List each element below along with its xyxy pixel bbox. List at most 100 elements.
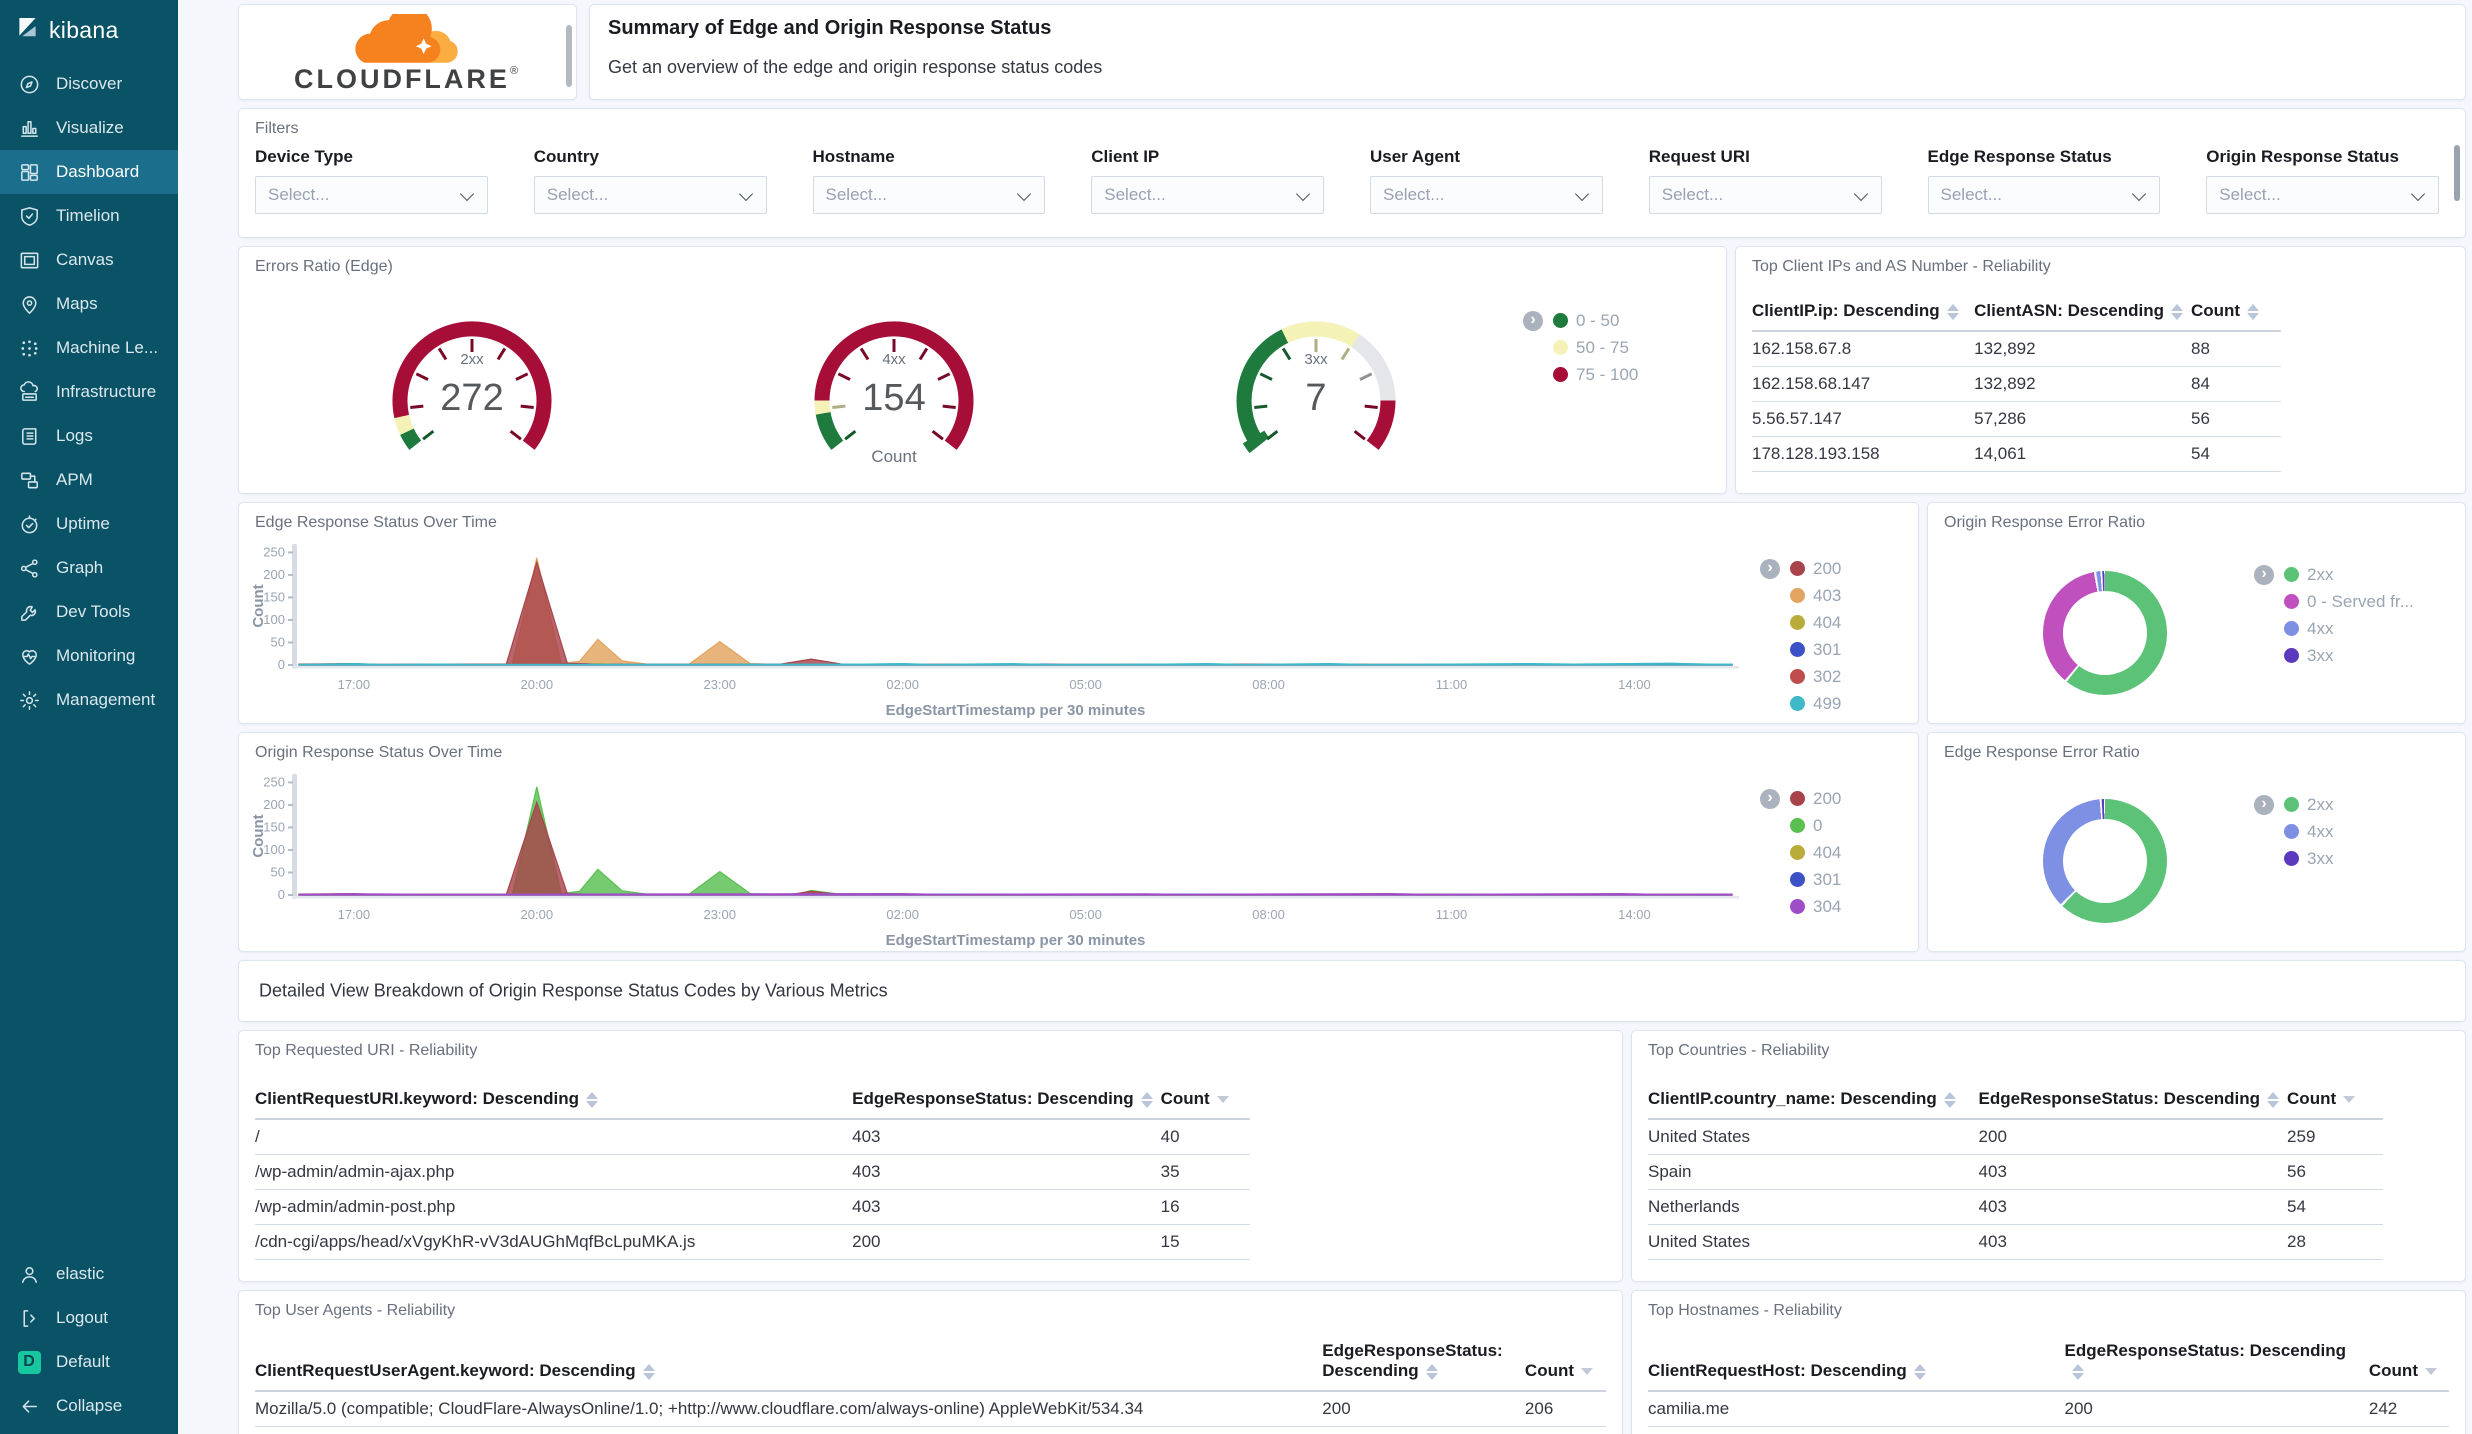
table-row[interactable]: camilia.me 200 242 [1648, 1391, 2449, 1427]
legend-item[interactable]: 0 - 50 [1553, 307, 1638, 334]
table-row[interactable]: United States 200 259 [1648, 1119, 2383, 1155]
table-row[interactable]: United States 403 28 [1648, 1224, 2383, 1260]
legend-item[interactable]: 404 [1790, 609, 1841, 636]
legend-item[interactable]: 2xx [2284, 791, 2333, 818]
sidebar-footer-item[interactable]: Collapse [0, 1384, 178, 1428]
table-row[interactable]: /403 40 [255, 1119, 1251, 1155]
filter-select[interactable]: Select... [533, 176, 767, 214]
sidebar-nav-item[interactable]: Machine Le... [0, 326, 178, 370]
sidebar-nav-item[interactable]: Management [0, 678, 178, 722]
filter-select[interactable]: Select... [1927, 176, 2161, 214]
legend-item[interactable]: 200 [1790, 785, 1841, 812]
svg-text:Count: Count [251, 584, 267, 627]
table-row[interactable]: /wp-admin/admin-ajax.php 403 35 [255, 1154, 1251, 1190]
filter-select[interactable]: Select... [812, 176, 1046, 214]
gauge-2xx[interactable]: 2xx 272 [382, 309, 562, 479]
origin-ratio-donut[interactable] [2043, 571, 2167, 695]
column-header[interactable]: EdgeResponseStatus: Descending [2064, 1335, 2369, 1392]
column-header[interactable]: ClientIP.country_name: Descending [1648, 1083, 1979, 1120]
legend-item[interactable]: 3xx [2284, 845, 2333, 872]
column-header[interactable]: ClientASN: Descending [1974, 295, 2191, 332]
legend-item[interactable]: 50 - 75 [1553, 334, 1638, 361]
sidebar-nav-item[interactable]: Uptime [0, 502, 178, 546]
column-header[interactable]: EdgeResponseStatus: Descending [1978, 1083, 2288, 1120]
legend-item[interactable]: 499 [1790, 690, 1841, 717]
column-header[interactable]: Count [1160, 1083, 1251, 1120]
legend-item[interactable]: 301 [1790, 866, 1841, 893]
table-row[interactable]: Mozilla/5.0 (compatible; CloudFlare-Alwa… [255, 1391, 1606, 1427]
sidebar-nav-item[interactable]: Infrastructure [0, 370, 178, 414]
chevron-right-icon[interactable]: › [1523, 311, 1543, 331]
table-row[interactable]: 5.56.57.147 57,286 56 [1752, 401, 2281, 437]
legend-label: 301 [1813, 869, 1842, 889]
sidebar-footer-item[interactable]: D Default [0, 1340, 178, 1384]
legend-item[interactable]: 4xx [2284, 615, 2414, 642]
legend-item[interactable]: 0 - Served fr... [2284, 588, 2414, 615]
table-row[interactable]: Netherlands 403 54 [1648, 1189, 2383, 1225]
column-header[interactable]: EdgeResponseStatus: Descending [852, 1083, 1161, 1120]
kibana-brand[interactable]: kibana [0, 0, 178, 62]
column-header[interactable]: EdgeResponseStatus: Descending [1322, 1335, 1525, 1392]
legend-item[interactable]: 301 [1790, 636, 1841, 663]
sidebar-footer-item[interactable]: elastic [0, 1252, 178, 1296]
chevron-right-icon[interactable]: › [2254, 565, 2274, 585]
column-header[interactable]: Count [1524, 1335, 1606, 1392]
filter-select[interactable]: Select... [255, 176, 488, 214]
legend-item[interactable]: 200 [1790, 555, 1841, 582]
column-header[interactable]: ClientRequestUserAgent.keyword: Descendi… [255, 1335, 1323, 1392]
sidebar-nav: Discover Visualize Dashboard Timelion Ca… [0, 62, 178, 722]
edge-ratio-donut[interactable] [2043, 799, 2167, 923]
legend-item[interactable]: 0 [1790, 812, 1841, 839]
column-header[interactable]: Count [2368, 1335, 2449, 1392]
column-header[interactable]: ClientIP.ip: Descending [1752, 295, 1975, 332]
legend-item[interactable]: 404 [1790, 839, 1841, 866]
column-header[interactable]: ClientRequestURI.keyword: Descending [255, 1083, 853, 1120]
sidebar-nav-item[interactable]: Timelion [0, 194, 178, 238]
sidebar-nav-item[interactable]: Dashboard [0, 150, 178, 194]
sidebar-nav-item[interactable]: Canvas [0, 238, 178, 282]
origin-time-chart[interactable]: 0 50 100 150 200 250 17:00 20:00 23:00 02:00 05:00… [250, 771, 1742, 951]
sidebar-nav-item[interactable]: Maps [0, 282, 178, 326]
legend-item[interactable]: 4xx [2284, 818, 2333, 845]
sidebar-nav-item[interactable]: Graph [0, 546, 178, 590]
table-row[interactable]: Spain 403 56 [1648, 1154, 2383, 1190]
legend-item[interactable]: 75 - 100 [1553, 361, 1638, 388]
gauge-label: 2xx [460, 351, 484, 368]
filter-select[interactable]: Select... [1370, 176, 1603, 214]
edge-time-chart[interactable]: 0 50 100 150 200 250 17:00 20:00 23:00 02:00 05:00… [250, 541, 1742, 721]
legend-item[interactable]: 403 [1790, 582, 1841, 609]
chevron-right-icon[interactable]: › [1760, 789, 1780, 809]
scrollbar[interactable] [2454, 145, 2460, 201]
sidebar-nav-item[interactable]: Dev Tools [0, 590, 178, 634]
table-row[interactable]: 162.158.68.147 132,892 84 [1752, 366, 2281, 402]
column-header[interactable]: ClientRequestHost: Descending [1648, 1335, 2065, 1392]
sidebar-nav-item[interactable]: Visualize [0, 106, 178, 150]
chevron-right-icon[interactable]: › [2254, 795, 2274, 815]
filter-select[interactable]: Select... [2206, 176, 2439, 214]
table-row[interactable]: /wp-admin/admin-post.php 403 16 [255, 1189, 1251, 1225]
nav-label: Infrastructure [56, 382, 157, 401]
scrollbar[interactable] [566, 25, 572, 87]
sidebar-nav-item[interactable]: APM [0, 458, 178, 502]
column-header[interactable]: Count [2287, 1083, 2383, 1120]
legend-item[interactable]: 302 [1790, 663, 1841, 690]
legend-item[interactable]: 3xx [2284, 642, 2414, 669]
table-row[interactable]: /cdn-cgi/apps/head/xVgyKhR-vV3dAUGhMqfBc… [255, 1224, 1251, 1260]
detailed-text: Detailed View Breakdown of Origin Respon… [259, 980, 888, 1001]
legend-item[interactable]: 2xx [2284, 561, 2414, 588]
nav-label: Maps [56, 294, 98, 313]
chevron-right-icon[interactable]: › [1760, 559, 1780, 579]
select-placeholder: Select... [268, 185, 330, 204]
sidebar-nav-item[interactable]: Logs [0, 414, 178, 458]
filter-select[interactable]: Select... [1091, 176, 1324, 214]
table-row[interactable]: 178.128.193.158 14,061 54 [1752, 436, 2281, 472]
column-header[interactable]: Count [2190, 295, 2281, 332]
filter-select[interactable]: Select... [1648, 176, 1882, 214]
sidebar-nav-item[interactable]: Discover [0, 62, 178, 106]
sidebar-nav-item[interactable]: Monitoring [0, 634, 178, 678]
chevron-down-icon [2132, 186, 2147, 202]
sidebar-footer-item[interactable]: Logout [0, 1296, 178, 1340]
legend-item[interactable]: 304 [1790, 893, 1841, 920]
gauge-3xx[interactable]: 3xx 7 [1226, 309, 1406, 479]
table-row[interactable]: 162.158.67.8 132,892 88 [1752, 331, 2281, 367]
